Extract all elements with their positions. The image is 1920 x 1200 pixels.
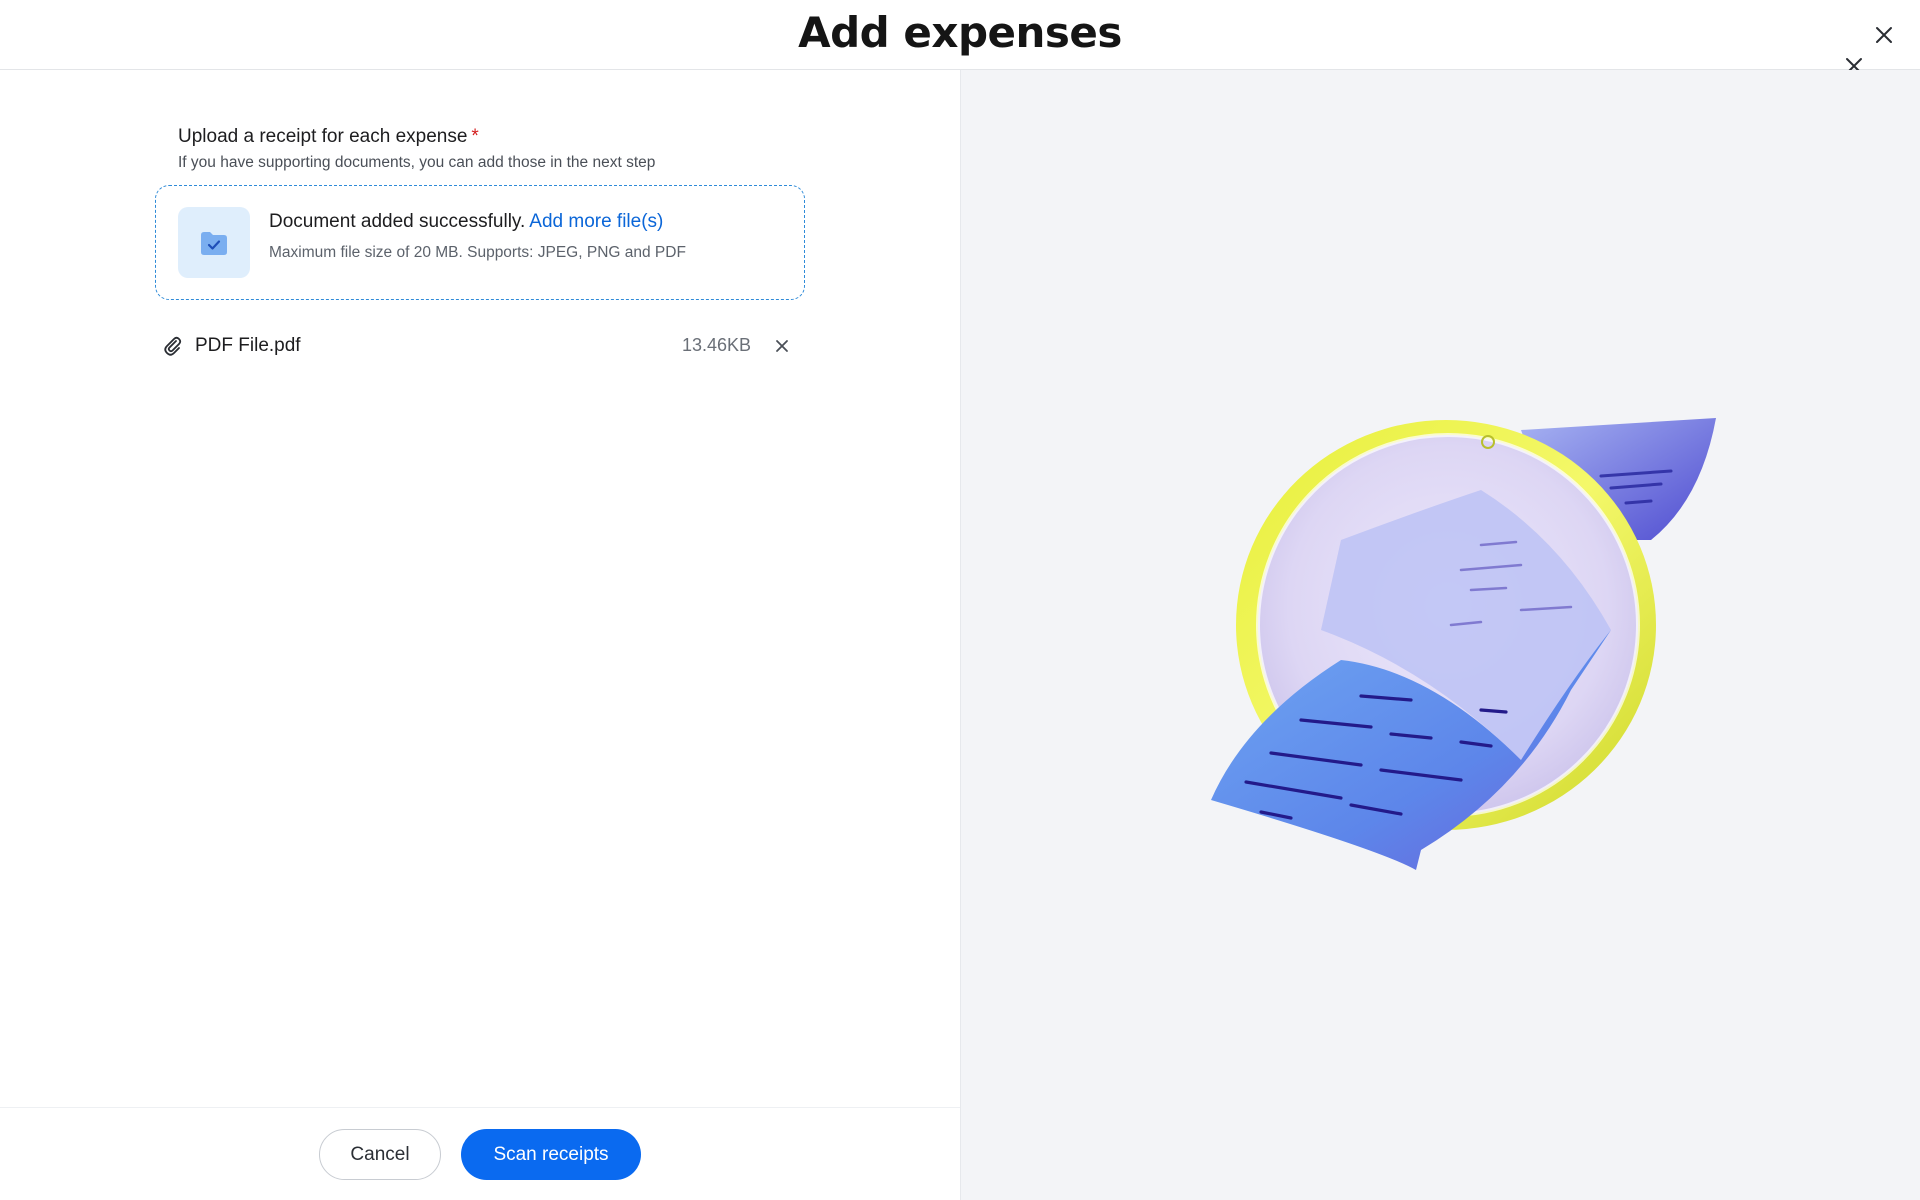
file-list-item: PDF File.pdf 13.46KB (163, 332, 793, 362)
cancel-button[interactable]: Cancel (319, 1129, 441, 1180)
scan-receipts-button[interactable]: Scan receipts (461, 1129, 641, 1180)
add-more-files-link[interactable]: Add more file(s) (529, 211, 663, 232)
upload-help-text: If you have supporting documents, you ca… (178, 154, 656, 171)
remove-file-icon[interactable] (771, 335, 793, 357)
paperclip-icon (163, 335, 183, 362)
folder-check-icon (178, 207, 250, 278)
modal-footer: Cancel Scan receipts (0, 1107, 960, 1200)
upload-label-text: Upload a receipt for each expense (178, 126, 468, 147)
file-name: PDF File.pdf (195, 335, 301, 356)
close-icon[interactable] (1871, 22, 1897, 48)
receipt-illustration (1211, 418, 1716, 870)
upload-success-text: Document added successfully. (269, 211, 526, 232)
file-size: 13.46KB (681, 335, 751, 355)
upload-status: Document added successfully. Add more fil… (269, 211, 663, 233)
upload-label: Upload a receipt for each expense * (178, 126, 479, 148)
required-mark: * (471, 126, 479, 147)
modal-header: Add expenses (0, 0, 1920, 74)
form-panel: Upload a receipt for each expense * If yo… (0, 70, 960, 1200)
file-dropzone[interactable]: Document added successfully. Add more fil… (155, 185, 805, 300)
file-limits-text: Maximum file size of 20 MB. Supports: JP… (269, 244, 686, 261)
illustration-panel (960, 70, 1920, 1200)
page-title: Add expenses (798, 8, 1122, 57)
